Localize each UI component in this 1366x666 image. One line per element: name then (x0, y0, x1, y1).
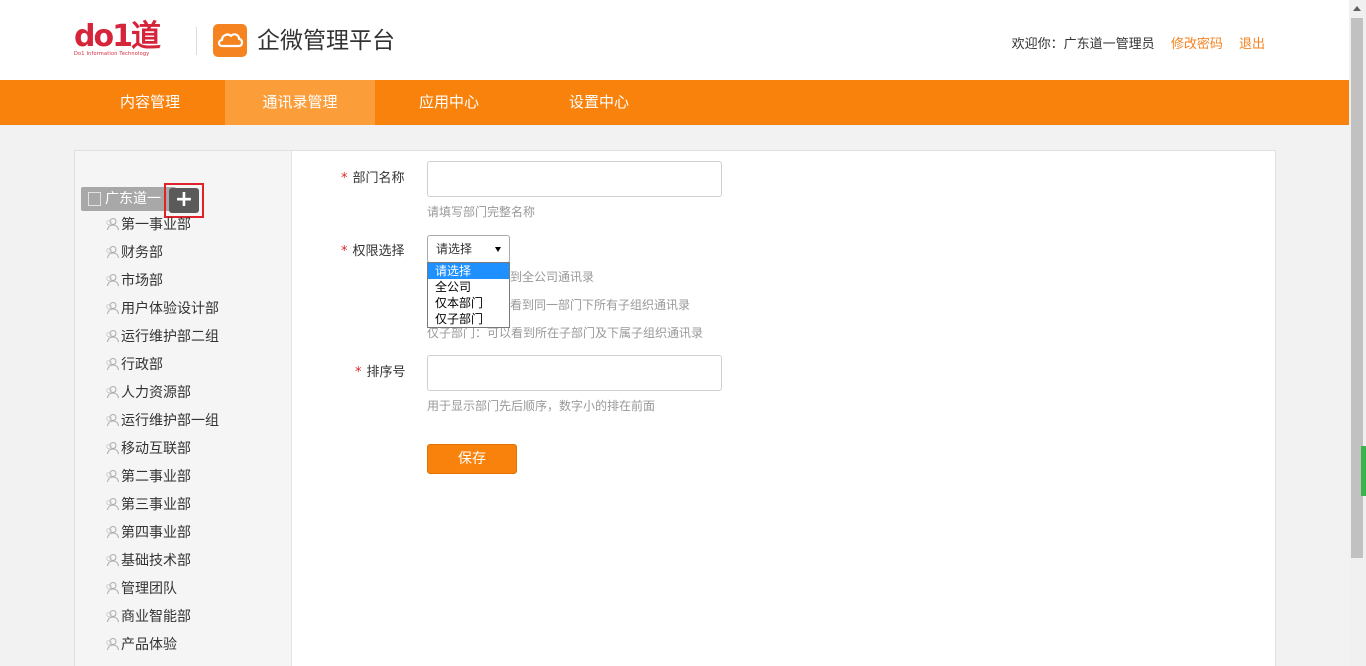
main-panel: 广东道一 + 第一事业部财务部市场部用户体验设计部 运行维护部二组 行政部人力资源部… (74, 150, 1276, 666)
people-icon (106, 442, 119, 455)
org-tree-item-label: 用户体验设计部 (121, 301, 219, 317)
permission-label: * 权限选择 (341, 243, 405, 261)
side-marker (1361, 446, 1366, 496)
org-tree-item[interactable]: 人力资源部 (105, 382, 191, 404)
logo-subtext: Do1 Information Technology (74, 51, 150, 57)
nav-contacts-management[interactable]: 通讯录管理 (225, 80, 375, 125)
people-icon (106, 554, 119, 567)
org-tree-item-label: 第二事业部 (121, 469, 191, 485)
building-icon (88, 192, 101, 206)
people-icon (106, 218, 119, 231)
org-tree-item-label: 行政部 (121, 357, 163, 373)
org-root-label: 广东道一 (105, 191, 161, 207)
add-department-button[interactable]: + (164, 183, 204, 218)
user-bar: 欢迎你：广东道一管理员 修改密码 退出 (1012, 36, 1265, 54)
dept-name-label: * 部门名称 (341, 170, 405, 188)
people-icon (106, 610, 119, 623)
people-icon (106, 526, 119, 539)
app-title: 企微管理平台 (257, 28, 395, 54)
sort-order-hint: 用于显示部门先后顺序，数字小的排在前面 (427, 399, 656, 413)
org-tree-item-label: 移动互联部 (121, 441, 191, 457)
dept-name-hint: 请填写部门完整名称 (427, 205, 536, 219)
org-tree-item[interactable]: 运行维护部一组 (105, 410, 219, 432)
logout-link[interactable]: 退出 (1239, 37, 1265, 52)
sort-order-input[interactable] (427, 355, 722, 391)
required-mark: * (355, 365, 362, 380)
org-tree-item[interactable]: 第三事业部 (105, 494, 191, 516)
nav-app-center[interactable]: 应用中心 (374, 80, 524, 125)
sort-label: * 排序号 (355, 364, 406, 382)
org-tree-item-label: 第四事业部 (121, 525, 191, 541)
main-nav: 内容管理 通讯录管理 应用中心 设置中心 (0, 80, 1349, 125)
org-tree-item-label: 第一事业部 (121, 217, 191, 233)
people-icon (106, 582, 119, 595)
people-icon (106, 638, 119, 651)
org-tree-item[interactable]: 基础技术部 (105, 550, 191, 572)
people-icon (106, 498, 119, 511)
org-tree-item[interactable]: 运行维护部二组 (105, 326, 219, 348)
org-tree-item-label: 人力资源部 (121, 385, 191, 401)
logo-divider (196, 27, 197, 55)
people-icon (106, 470, 119, 483)
header: do1道 Do1 Information Technology 企微管理平台 欢… (0, 0, 1349, 80)
people-icon (106, 386, 119, 399)
change-password-link[interactable]: 修改密码 (1171, 37, 1223, 52)
people-icon (106, 358, 119, 371)
org-tree-item[interactable]: 商业智能部 (105, 606, 191, 628)
org-tree-item-label: 商业智能部 (121, 609, 191, 625)
dropdown-arrow-icon (495, 247, 501, 252)
org-tree-item[interactable]: 行政部 (105, 354, 163, 376)
welcome-text: 欢迎你：广东道一管理员 (1011, 37, 1155, 52)
permission-dropdown: 请选择 全公司 仅本部门 仅子部门 (427, 262, 510, 328)
org-tree-item-label: 市场部 (121, 273, 163, 289)
permission-option-please-select[interactable]: 请选择 (428, 263, 509, 279)
page-scrollbar[interactable] (1349, 0, 1366, 666)
people-icon (106, 302, 119, 315)
people-icon (106, 246, 119, 259)
org-tree-item[interactable]: 移动互联部 (105, 438, 191, 460)
permission-option-own-dept[interactable]: 仅本部门 (428, 295, 509, 311)
org-tree-item[interactable]: 第四事业部 (105, 522, 191, 544)
org-tree-item-label: 管理团队 (121, 581, 177, 597)
page: do1道 Do1 Information Technology 企微管理平台 欢… (0, 0, 1366, 666)
logo-text: do1道 (74, 19, 161, 54)
permission-option-company[interactable]: 全公司 (428, 279, 509, 295)
people-icon (106, 274, 119, 287)
people-icon (106, 330, 119, 343)
org-tree-item-label: 财务部 (121, 245, 163, 261)
people-icon (106, 414, 119, 427)
org-tree-item-label: 运行维护部一组 (121, 413, 219, 429)
nav-settings-center[interactable]: 设置中心 (524, 80, 674, 125)
company-logo: do1道 Do1 Information Technology (74, 22, 186, 62)
dept-name-label-text: 部门名称 (352, 171, 405, 186)
org-tree-item[interactable]: 财务部 (105, 242, 163, 264)
org-tree-item[interactable]: 产品体验 (105, 634, 177, 656)
org-tree-item[interactable]: 管理团队 (105, 578, 177, 600)
org-tree-item-label: 基础技术部 (121, 553, 191, 569)
permission-select[interactable]: 请选择 (427, 235, 510, 263)
permission-option-sub-dept[interactable]: 仅子部门 (428, 311, 509, 327)
org-tree-item[interactable]: 第一事业部 (105, 214, 191, 236)
sort-label-text: 排序号 (366, 365, 406, 380)
permission-label-text: 权限选择 (352, 244, 405, 259)
dept-name-input[interactable] (427, 161, 722, 197)
org-tree-item-label: 第三事业部 (121, 497, 191, 513)
org-root-node[interactable]: 广东道一 (81, 187, 176, 211)
permission-selected-value: 请选择 (436, 242, 473, 256)
permission-hint-company: 到全公司通讯录 (510, 270, 595, 284)
plus-icon: + (169, 188, 199, 213)
org-tree-item[interactable]: 市场部 (105, 270, 163, 292)
org-tree-item-label: 产品体验 (121, 637, 177, 653)
org-tree: 广东道一 + 第一事业部财务部市场部用户体验设计部 运行维护部二组 行政部人力资源部… (75, 151, 292, 666)
scroll-up-arrow-icon[interactable] (1353, 6, 1361, 11)
save-button[interactable]: 保存 (427, 444, 517, 474)
permission-hint-dept: 看到同一部门下所有子组织通讯录 (510, 298, 691, 312)
org-tree-item[interactable]: 第二事业部 (105, 466, 191, 488)
nav-content-management[interactable]: 内容管理 (75, 80, 225, 125)
org-tree-item[interactable]: 用户体验设计部 (105, 298, 219, 320)
required-mark: * (341, 171, 348, 186)
cloud-icon (213, 24, 247, 57)
required-mark: * (341, 244, 348, 259)
org-tree-item-label: 运行维护部二组 (121, 329, 219, 345)
